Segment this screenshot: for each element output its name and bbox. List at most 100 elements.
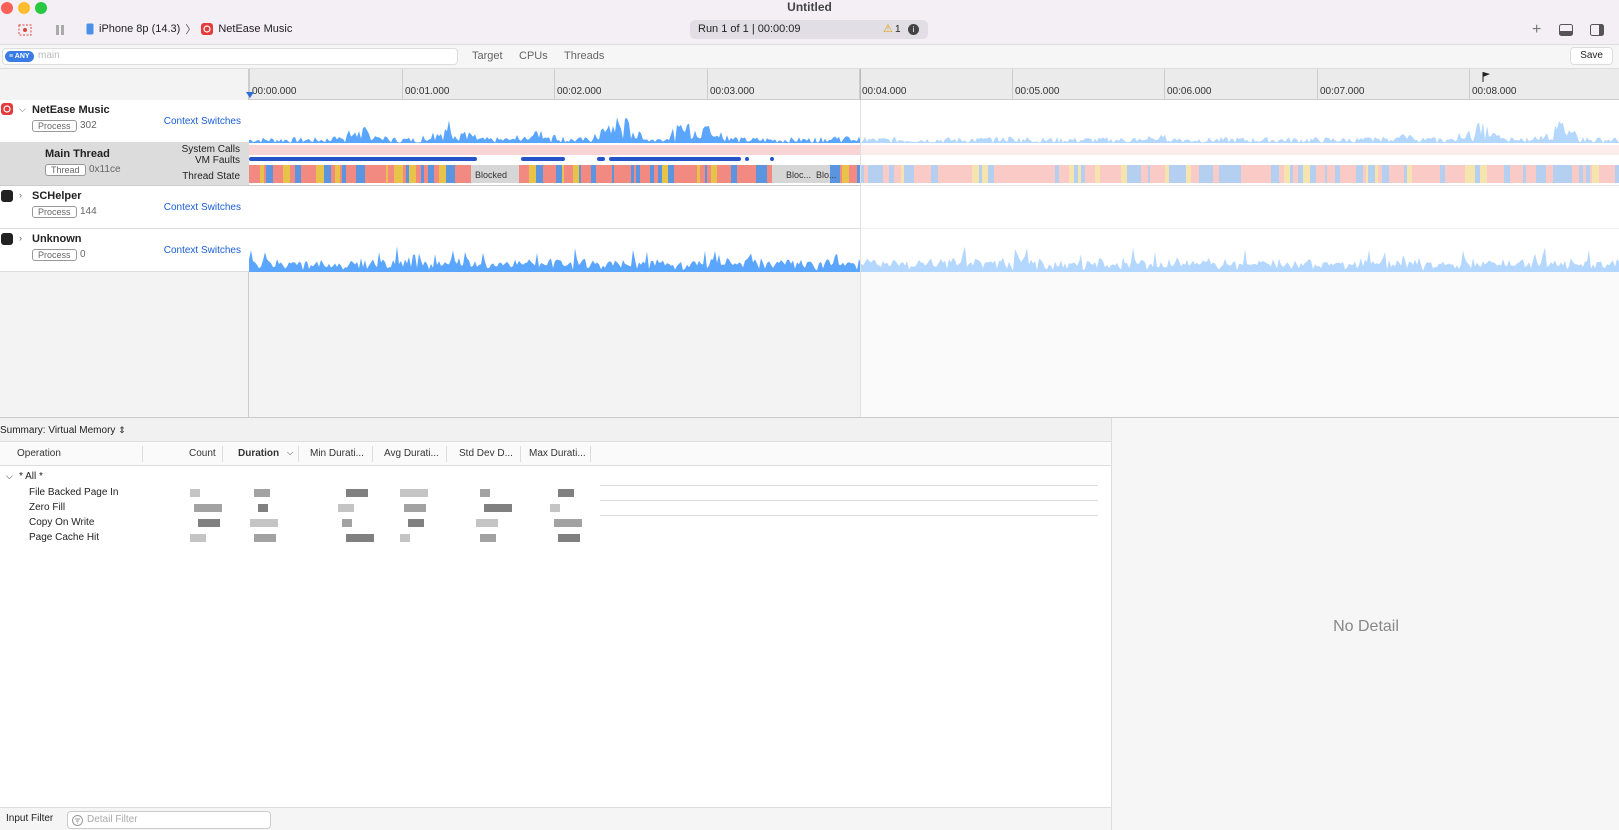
thread-state-segment <box>508 165 514 183</box>
ruler-tick-label: 00:08.000 <box>1472 86 1517 97</box>
track-netease-music[interactable]: ⌵ NetEase Music Process 302 Context Swit… <box>0 100 249 143</box>
tab-cpus[interactable]: CPUs <box>519 50 548 62</box>
pause-button[interactable] <box>55 20 65 40</box>
column-stddev-duration[interactable]: Std Dev D... <box>459 448 513 459</box>
column-min-duration[interactable]: Min Durati... <box>310 448 364 459</box>
thread-state-segment <box>1615 165 1619 183</box>
thread-state-segment <box>1186 165 1191 183</box>
tab-threads[interactable]: Threads <box>564 50 604 62</box>
info-icon[interactable]: i <box>908 24 919 35</box>
thread-state-segment <box>455 165 457 183</box>
redacted-value <box>194 504 222 512</box>
table-row[interactable]: Page Cache Hit <box>0 531 1111 546</box>
redacted-value <box>484 504 512 512</box>
add-instrument-button[interactable]: + <box>1532 20 1541 40</box>
thread-state-segment <box>1055 165 1059 183</box>
track-filter-field[interactable]: ≡ ANY main <box>2 48 458 65</box>
thread-state-segment <box>1074 165 1078 183</box>
unknown-cpu-track[interactable] <box>249 229 1619 272</box>
thread-state-segment <box>1363 165 1366 183</box>
track-main-thread[interactable]: Main Thread Thread 0x11ce System Calls V… <box>0 143 249 186</box>
column-count[interactable]: Count <box>189 448 216 459</box>
flag-icon[interactable] <box>1482 71 1492 83</box>
redacted-value <box>338 504 354 512</box>
vm-faults-label: VM Faults <box>194 155 240 166</box>
thread-state-segment <box>722 165 729 183</box>
column-avg-duration[interactable]: Avg Durati... <box>384 448 439 459</box>
thread-state-segment <box>452 165 455 183</box>
redacted-value <box>342 519 352 527</box>
tab-target[interactable]: Target <box>472 50 503 62</box>
thread-state-segment <box>260 165 264 183</box>
filter-bar: ≡ ANY main Target CPUs Threads Save <box>0 45 1619 69</box>
record-icon <box>18 24 32 36</box>
thread-state-segment <box>619 165 625 183</box>
column-duration[interactable]: Duration <box>238 448 279 459</box>
timeline-ruler[interactable]: 00:00.000 00:01.000 00:02.000 00:03.000 00:0… <box>246 69 1619 100</box>
redacted-value <box>476 519 498 527</box>
thread-state-segment <box>1088 165 1095 183</box>
save-button[interactable]: Save <box>1570 47 1613 65</box>
schelper-cpu-track[interactable] <box>249 186 1619 229</box>
context-switches-link[interactable]: Context Switches <box>164 116 241 127</box>
redacted-value <box>480 489 490 497</box>
toggle-detail-area-button[interactable] <box>1559 20 1573 40</box>
toggle-inspector-button[interactable] <box>1590 20 1604 40</box>
table-row[interactable]: File Backed Page In <box>0 486 1111 501</box>
any-token[interactable]: ≡ ANY <box>5 51 34 62</box>
context-switches-link[interactable]: Context Switches <box>164 245 241 256</box>
thread-state-segment <box>864 165 868 183</box>
thread-state-segment <box>464 165 471 183</box>
redacted-value <box>198 519 220 527</box>
thread-state-segment <box>391 165 394 183</box>
ruler-tick-line <box>1164 69 1165 100</box>
detail-filter-field[interactable]: Detail Filter <box>67 811 271 829</box>
thread-state-segment <box>729 165 731 183</box>
thread-state-segment <box>1045 165 1048 183</box>
netease-cpu-track[interactable] <box>249 100 1619 143</box>
chevron-down-icon[interactable]: ⌵ <box>6 471 13 482</box>
thread-state-segment <box>516 165 519 183</box>
track-schelper[interactable]: › SCHelper Process 144 Context Switches <box>0 186 249 229</box>
chevron-down-icon[interactable]: ⌵ <box>19 104 26 115</box>
thread-state-segment <box>394 165 398 183</box>
process-name: SCHelper <box>32 190 82 202</box>
context-switches-link[interactable]: Context Switches <box>164 202 241 213</box>
redacted-value <box>480 534 496 542</box>
thread-state-lane <box>249 165 1619 183</box>
thread-state-segment <box>1340 165 1342 183</box>
track-unknown[interactable]: › Unknown Process 0 Context Switches <box>0 229 249 272</box>
thread-state-segment <box>1407 165 1412 183</box>
record-button[interactable] <box>18 20 32 40</box>
table-row[interactable]: ⌵ * All * <box>0 470 1111 485</box>
playhead-marker-icon[interactable] <box>246 92 254 100</box>
target-selector[interactable]: iPhone 8p (14.3) 〉 NetEase Music <box>86 21 292 37</box>
thread-state-segment <box>744 165 749 183</box>
column-max-duration[interactable]: Max Durati... <box>529 448 586 459</box>
thread-state-segment <box>972 165 979 183</box>
thread-state-segment <box>849 165 852 183</box>
main-thread-track[interactable]: Blocked Bloc... Blo... <box>249 143 1619 186</box>
ruler-tick-line <box>1317 69 1318 100</box>
thread-state-segment <box>335 165 340 183</box>
thread-state-segment <box>556 165 562 183</box>
chevron-right-icon[interactable]: › <box>19 233 22 243</box>
thread-state-segment <box>1081 165 1085 183</box>
ruler-tick-label: 00:01.000 <box>405 86 450 97</box>
thread-state-segment <box>1608 165 1615 183</box>
thread-state-segment <box>388 165 391 183</box>
input-filter-label[interactable]: Input Filter <box>6 813 53 824</box>
thread-state-segment <box>1475 165 1480 183</box>
redacted-value <box>254 489 270 497</box>
thread-state-segment <box>346 165 351 183</box>
thread-state-segment <box>1241 165 1246 183</box>
thread-state-segment <box>908 165 914 183</box>
summary-selector[interactable]: Summary: Virtual Memory ⇕ <box>0 418 1111 442</box>
thread-state-segment <box>1501 165 1504 183</box>
thread-state-segment <box>298 165 301 183</box>
column-operation[interactable]: Operation <box>17 448 61 459</box>
chevron-right-icon[interactable]: › <box>19 190 22 200</box>
thread-state-segment <box>1412 165 1416 183</box>
run-status[interactable]: Run 1 of 1 | 00:00:09 ⚠ 1 i <box>690 20 928 39</box>
thread-state-segment <box>1331 165 1335 183</box>
